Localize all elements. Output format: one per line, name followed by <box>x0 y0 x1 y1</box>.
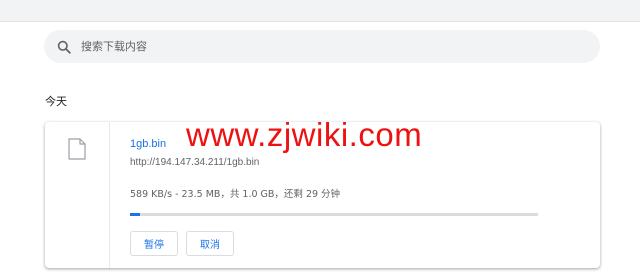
search-input[interactable] <box>81 30 581 63</box>
progress-fill <box>130 213 140 216</box>
watermark: www.zjwiki.com <box>186 116 423 153</box>
card-divider <box>109 122 110 268</box>
file-name-link[interactable]: 1gb.bin <box>130 138 166 150</box>
pause-button[interactable]: 暂停 <box>130 231 178 256</box>
search-bar[interactable] <box>44 30 600 63</box>
file-icon <box>68 138 86 160</box>
file-url[interactable]: http://194.147.34.211/1gb.bin <box>130 157 259 168</box>
top-strip <box>0 0 640 22</box>
cancel-button[interactable]: 取消 <box>186 231 234 256</box>
search-icon <box>57 40 71 54</box>
progress-bar <box>130 213 538 216</box>
download-status: 589 KB/s - 23.5 MB，共 1.0 GB，还剩 29 分钟 <box>130 189 341 200</box>
section-title-today: 今天 <box>45 95 67 108</box>
